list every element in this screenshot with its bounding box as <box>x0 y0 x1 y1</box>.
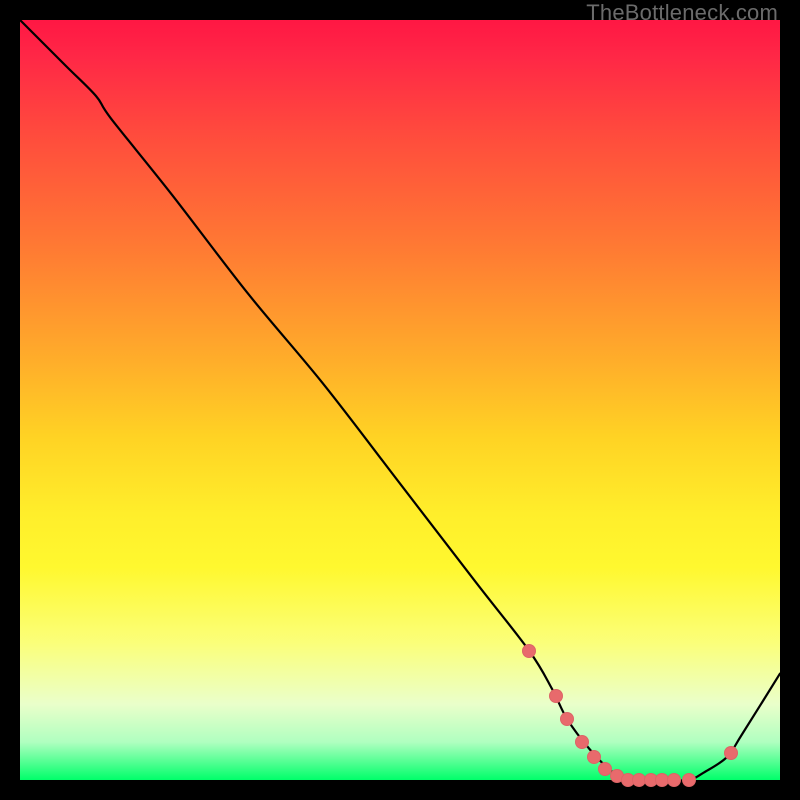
gradient-background <box>20 20 780 780</box>
highlight-marker <box>724 746 738 760</box>
highlight-marker <box>587 750 601 764</box>
highlight-marker <box>522 644 536 658</box>
highlight-marker <box>682 773 696 787</box>
highlight-marker <box>667 773 681 787</box>
plot-area <box>20 20 780 780</box>
chart-frame: TheBottleneck.com <box>0 0 800 800</box>
